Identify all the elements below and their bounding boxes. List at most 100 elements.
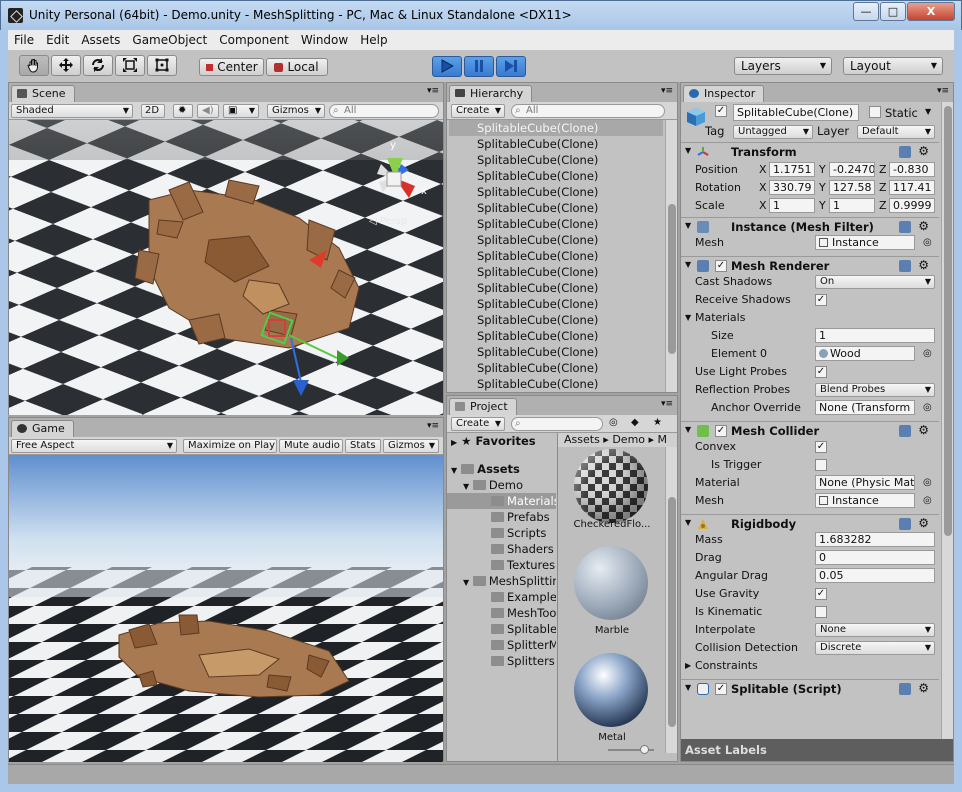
object-picker-icon[interactable]: ◎ xyxy=(923,345,932,363)
menu-component[interactable]: Component xyxy=(213,30,295,50)
hierarchy-item[interactable]: SplitableCube(Clone) xyxy=(449,280,663,296)
pause-button[interactable] xyxy=(464,56,494,77)
play-button[interactable] xyxy=(432,56,462,77)
hierarchy-item[interactable]: SplitableCube(Clone) xyxy=(449,136,663,152)
effects-dropdown[interactable]: ▣ ▼ xyxy=(223,104,259,118)
scene-gizmos-dropdown[interactable]: Gizmos ▼ xyxy=(267,104,325,118)
project-files-scrollbar[interactable] xyxy=(665,447,677,753)
rect-tool-button[interactable] xyxy=(147,55,177,76)
scale-z-field[interactable]: 0.9999 xyxy=(889,198,935,213)
rigidbody-component-header[interactable]: ▼ Rigidbody ⚙ xyxy=(681,514,939,532)
move-tool-button[interactable] xyxy=(51,55,81,76)
mesh-renderer-component-header[interactable]: ▼ ✓ Mesh Renderer ⚙ xyxy=(681,256,939,274)
layer-dropdown[interactable]: Default ▼ xyxy=(857,125,935,139)
object-picker-icon[interactable]: ◎ xyxy=(923,234,932,252)
assets-section[interactable]: ▼ Assets xyxy=(451,461,520,477)
scene-viewport[interactable]: y x ◁ Persp xyxy=(9,120,443,415)
tab-game[interactable]: Game xyxy=(11,420,74,437)
menu-window[interactable]: Window xyxy=(295,30,354,50)
shading-mode-dropdown[interactable]: Shaded ▼ xyxy=(11,104,133,118)
panel-menu-icon[interactable]: ▾≡ xyxy=(427,421,439,431)
panel-menu-icon[interactable]: ▾≡ xyxy=(427,86,439,96)
help-book-icon[interactable] xyxy=(899,146,911,158)
light-probes-checkbox[interactable]: ✓ xyxy=(815,366,827,378)
object-picker-icon[interactable]: ◎ xyxy=(923,492,932,510)
hierarchy-scrollbar[interactable] xyxy=(665,120,677,392)
is-trigger-checkbox[interactable] xyxy=(815,459,827,471)
gear-icon[interactable]: ⚙ xyxy=(918,681,929,695)
hierarchy-item[interactable]: SplitableCube(Clone) xyxy=(449,264,663,280)
is-kinematic-checkbox[interactable] xyxy=(815,606,827,618)
project-create-dropdown[interactable]: Create ▼ xyxy=(451,417,505,431)
object-picker-icon[interactable]: ◎ xyxy=(923,399,932,417)
audio-toggle[interactable]: ◀) xyxy=(197,104,219,118)
collapse-arrow-icon[interactable]: ▼ xyxy=(685,309,691,327)
game-gizmos-dropdown[interactable]: Gizmos ▼ xyxy=(383,439,439,453)
help-book-icon[interactable] xyxy=(899,425,911,437)
tree-item-splitterman[interactable]: SplitterMan xyxy=(491,637,556,653)
hierarchy-item[interactable]: SplitableCube(Clone) xyxy=(449,168,663,184)
rotation-z-field[interactable]: 117.41 xyxy=(889,180,935,195)
layout-dropdown[interactable]: Layout ▼ xyxy=(843,57,943,75)
tree-item-materials[interactable]: Materials xyxy=(447,493,556,509)
materials-size-field[interactable]: 1 xyxy=(815,328,935,343)
reflection-probes-dropdown[interactable]: Blend Probes ▼ xyxy=(815,383,935,397)
hierarchy-item[interactable]: SplitableCube(Clone) xyxy=(449,120,663,136)
inspector-scrollbar[interactable] xyxy=(941,102,953,739)
panel-menu-icon[interactable]: ▾≡ xyxy=(661,86,673,96)
mass-field[interactable]: 1.683282 xyxy=(815,532,935,547)
hierarchy-item[interactable]: SplitableCube(Clone) xyxy=(449,248,663,264)
step-button[interactable] xyxy=(496,56,526,77)
mesh-filter-component-header[interactable]: ▼ Instance (Mesh Filter) ⚙ xyxy=(681,217,939,235)
asset-marble[interactable] xyxy=(574,546,648,620)
tree-item-meshtools[interactable]: MeshTools xyxy=(491,605,556,621)
project-search-input[interactable]: ⌕ xyxy=(511,417,603,431)
hierarchy-item[interactable]: SplitableCube(Clone) xyxy=(449,376,663,392)
static-dropdown-arrow-icon[interactable]: ▼ xyxy=(925,107,931,116)
position-x-field[interactable]: 1.1751 xyxy=(769,162,815,177)
cast-shadows-dropdown[interactable]: On ▼ xyxy=(815,275,935,289)
stats-toggle[interactable]: Stats xyxy=(345,439,381,453)
scale-y-field[interactable]: 1 xyxy=(829,198,875,213)
mesh-renderer-enabled-checkbox[interactable]: ✓ xyxy=(715,260,727,272)
asset-labels-bar[interactable]: Asset Labels xyxy=(681,739,953,761)
asset-checkered-floor[interactable] xyxy=(574,449,648,523)
favorites-section[interactable]: ▶ ★ Favorites xyxy=(451,433,536,449)
tab-project[interactable]: Project xyxy=(449,398,517,415)
help-book-icon[interactable] xyxy=(899,260,911,272)
tab-scene[interactable]: Scene xyxy=(11,85,75,102)
help-book-icon[interactable] xyxy=(899,518,911,530)
close-window-button[interactable]: X xyxy=(907,2,955,21)
lighting-toggle[interactable]: ✹ xyxy=(173,104,193,118)
rotation-y-field[interactable]: 127.58 xyxy=(829,180,875,195)
anchor-override-field[interactable]: None (Transform xyxy=(815,400,915,415)
hierarchy-item[interactable]: SplitableCube(Clone) xyxy=(449,216,663,232)
mesh-field[interactable]: Instance xyxy=(815,235,915,250)
mute-audio-toggle[interactable]: Mute audio xyxy=(279,439,343,453)
layers-dropdown[interactable]: Layers ▼ xyxy=(734,57,832,75)
tree-item-scripts[interactable]: Scripts xyxy=(491,525,546,541)
position-z-field[interactable]: -0.830 xyxy=(889,162,935,177)
asset-metal[interactable] xyxy=(574,653,648,727)
object-picker-icon[interactable]: ◎ xyxy=(923,474,932,492)
tree-item-splitables[interactable]: Splitables xyxy=(491,621,556,637)
breadcrumb-demo[interactable]: Demo xyxy=(612,433,645,446)
favorite-star-icon[interactable]: ★ xyxy=(653,417,662,428)
menu-assets[interactable]: Assets xyxy=(75,30,126,50)
persp-label[interactable]: ◁ Persp xyxy=(369,216,407,227)
hierarchy-item[interactable]: SplitableCube(Clone) xyxy=(449,344,663,360)
mesh-collider-enabled-checkbox[interactable]: ✓ xyxy=(715,425,727,437)
tree-item-splitters[interactable]: Splitters xyxy=(491,653,555,669)
tab-hierarchy[interactable]: Hierarchy xyxy=(449,85,533,102)
hierarchy-item[interactable]: SplitableCube(Clone) xyxy=(449,184,663,200)
pivot-center-button[interactable]: Center xyxy=(199,58,264,76)
element0-field[interactable]: Wood xyxy=(815,346,915,361)
maximize-button[interactable]: □ xyxy=(880,2,906,21)
collision-detection-dropdown[interactable]: Discrete ▼ xyxy=(815,641,935,655)
scene-search-input[interactable]: ⌕ All xyxy=(329,104,439,118)
hierarchy-create-dropdown[interactable]: Create ▼ xyxy=(451,104,505,118)
hierarchy-search-input[interactable]: ⌕ All xyxy=(511,104,665,118)
maximize-on-play-toggle[interactable]: Maximize on Play xyxy=(183,439,277,453)
icon-size-slider[interactable] xyxy=(608,745,654,754)
hierarchy-item[interactable]: SplitableCube(Clone) xyxy=(449,360,663,376)
